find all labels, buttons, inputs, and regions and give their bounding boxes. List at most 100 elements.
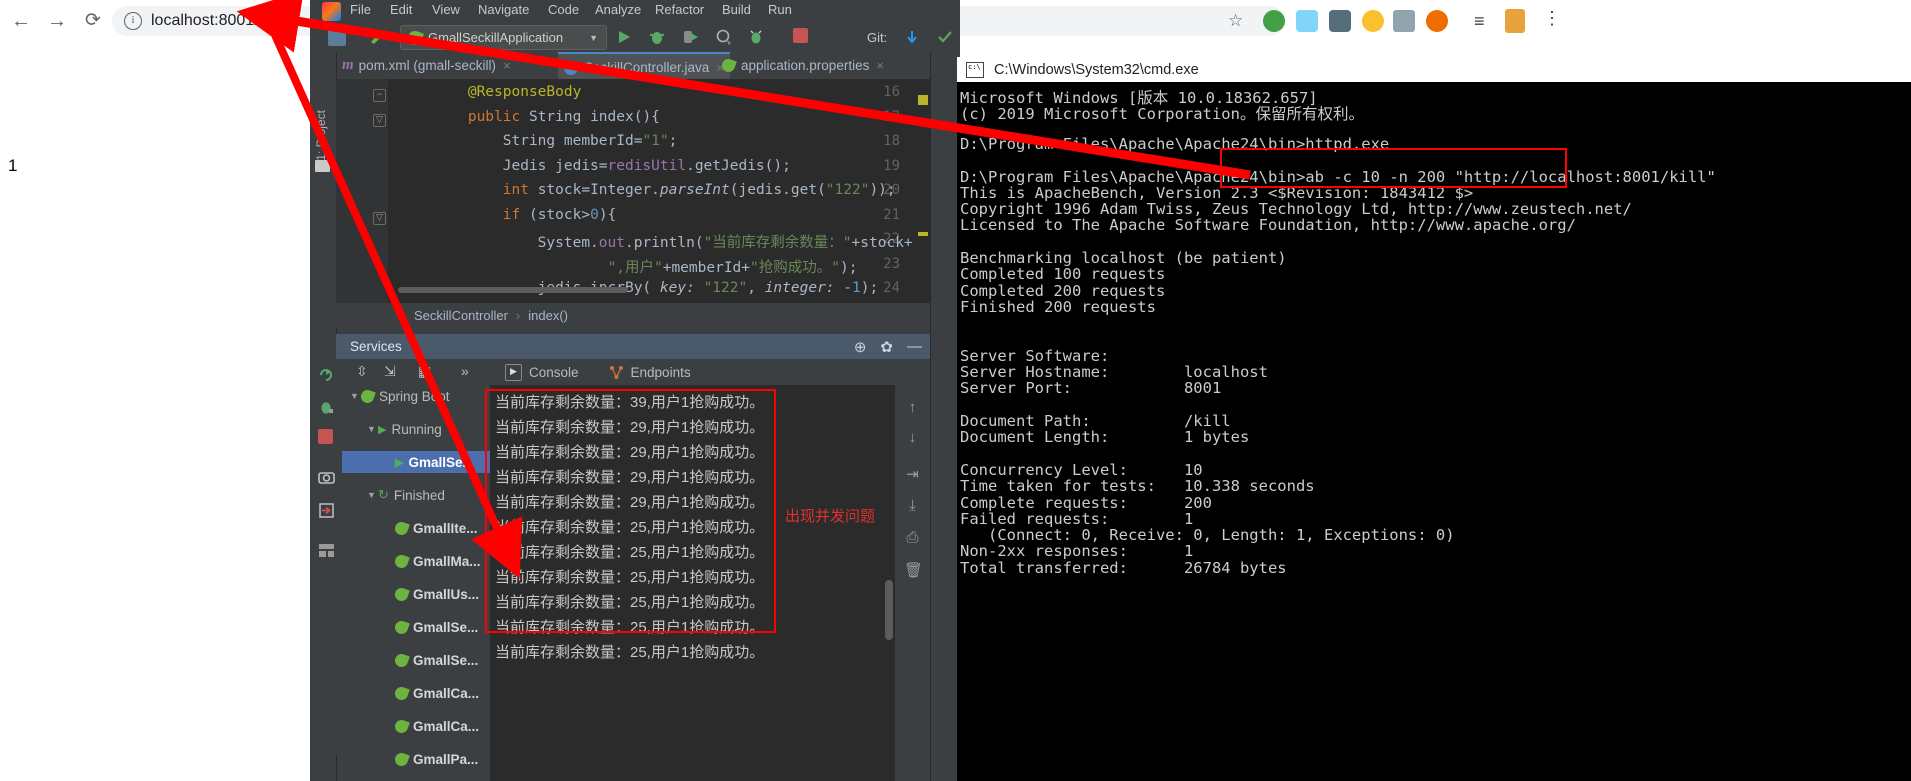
more-icon[interactable]: » (461, 363, 469, 379)
editor-gutter (336, 79, 388, 303)
menu-run[interactable]: Run (768, 2, 792, 17)
console-scrollbar[interactable] (885, 580, 893, 640)
back-button[interactable]: ← (8, 8, 34, 34)
folder-icon[interactable] (315, 160, 330, 172)
services-tree-item[interactable]: ▼ ↻ Finished (342, 484, 445, 506)
chevron-down-icon[interactable]: ▼ (589, 33, 598, 43)
attach-debugger-icon[interactable] (748, 28, 766, 46)
services-tree[interactable]: ▼ Spring Boot ▼ ▶ Running ▶ GmallSe... ▼ ↻ Finish… (342, 385, 490, 781)
update-project-icon[interactable] (903, 28, 921, 46)
terminal-line: Total transferred: 26784 bytes (960, 558, 1287, 577)
avatar[interactable] (1505, 9, 1525, 33)
services-tree-item[interactable]: GmallMa... (342, 550, 481, 572)
tab-endpoints[interactable]: Endpoints (609, 365, 691, 380)
minimize-icon[interactable]: — (907, 338, 922, 355)
clear-all-icon[interactable]: 🗑 (904, 561, 923, 579)
code-line: Jedis jedis=redisUtil.getJedis(); (398, 157, 791, 174)
spring-leaf-icon (393, 519, 410, 537)
services-tree-item[interactable]: GmallCa... (342, 715, 479, 737)
services-tree-item[interactable]: GmallSe... (342, 649, 478, 671)
menu-code[interactable]: Code (548, 2, 579, 17)
extension-icon[interactable] (1263, 10, 1285, 32)
chevron-down-icon[interactable]: ▼ (365, 424, 378, 434)
debug-icon[interactable] (648, 28, 666, 46)
scroll-down-icon[interactable]: ↓ (904, 429, 921, 446)
code-fold-icon[interactable]: ▽ (373, 113, 386, 127)
code-fold-icon[interactable]: ▽ (373, 211, 386, 225)
extension-icon[interactable] (1296, 10, 1318, 32)
console-line: 当前库存剩余数量：25,用户1抢购成功。 (495, 519, 765, 536)
layout-icon[interactable] (318, 542, 335, 559)
scroll-up-icon[interactable]: ↑ (904, 399, 921, 416)
menu-build[interactable]: Build (722, 2, 751, 17)
tab-application-properties[interactable]: application.properties × (716, 52, 890, 79)
tool-window-project[interactable]: 1: Project (314, 110, 328, 161)
run-with-coverage-icon[interactable] (682, 28, 700, 46)
menu-list-icon[interactable]: ≡ (1474, 11, 1485, 32)
code-fold-icon[interactable]: − (373, 89, 386, 102)
debug-icon[interactable] (318, 399, 335, 416)
stop-icon[interactable] (793, 28, 808, 43)
settings-target-icon[interactable]: ⊕ (854, 338, 867, 356)
terminal-line: Benchmarking localhost (be patient) (960, 249, 1287, 267)
menu-file[interactable]: File (350, 2, 371, 17)
print-icon[interactable]: ⎙ (904, 529, 921, 546)
editor-horizontal-scrollbar[interactable] (398, 287, 628, 293)
cmd-output[interactable]: Microsoft Windows [版本 10.0.18362.657] (c)… (957, 82, 1911, 781)
services-tree-item[interactable]: ▼ Spring Boot (342, 385, 450, 407)
services-tree-item[interactable]: GmallPa... (342, 748, 478, 770)
tab-seckill-controller[interactable]: SeckillController.java × (558, 52, 730, 81)
services-tree-item[interactable]: ▼ ▶ Running (342, 418, 442, 440)
services-tree-item[interactable]: GmallUs... (342, 583, 479, 605)
group-icon[interactable]: ▦ (418, 363, 431, 380)
profile-run-icon[interactable] (715, 28, 733, 46)
code-editor[interactable]: 16 − @ResponseBody 17 ▽ public String index… (336, 79, 930, 303)
screenshot-icon[interactable] (318, 469, 335, 486)
build-hammer-icon[interactable] (368, 28, 386, 46)
extension-icon[interactable] (1426, 10, 1448, 32)
tab-console[interactable]: ▶ Console (505, 363, 579, 381)
forward-button[interactable]: → (44, 8, 70, 34)
bookmark-star-icon[interactable]: ☆ (1228, 11, 1243, 31)
menu-navigate[interactable]: Navigate (478, 2, 529, 17)
gear-icon[interactable]: ✿ (880, 338, 893, 356)
breadcrumb-method[interactable]: index() (528, 308, 568, 323)
menu-view[interactable]: View (432, 2, 460, 17)
breadcrumb-class[interactable]: SeckillController (414, 308, 508, 323)
services-tree-item[interactable]: ▶ GmallSe... (342, 451, 490, 473)
extension-icon[interactable] (1362, 10, 1384, 32)
soft-wrap-icon[interactable]: ⇥ (904, 465, 921, 483)
menu-edit[interactable]: Edit (390, 2, 412, 17)
export-icon[interactable] (318, 502, 335, 519)
cmd-window[interactable]: C:\Windows\System32\cmd.exe Microsoft Wi… (957, 57, 1911, 781)
menu-refactor[interactable]: Refactor (655, 2, 704, 17)
reload-button[interactable]: ⟳ (80, 8, 106, 34)
commit-icon[interactable] (936, 28, 954, 46)
services-tree-item[interactable]: GmallSe... (342, 616, 478, 638)
extension-icon[interactable] (1393, 10, 1415, 32)
collapse-all-icon[interactable]: ⇲ (384, 363, 396, 380)
scroll-to-end-icon[interactable]: ⤓ (904, 497, 921, 514)
menu-analyze[interactable]: Analyze (595, 2, 641, 17)
chevron-down-icon[interactable]: ▼ (365, 490, 378, 500)
intellij-logo-icon (322, 2, 341, 21)
stop-icon[interactable] (318, 429, 333, 444)
close-icon[interactable]: × (876, 58, 884, 73)
services-tree-item[interactable]: GmallCa... (342, 682, 479, 704)
run-configuration-selector[interactable]: GmallSeckillApplication ▼ (400, 25, 607, 50)
chevron-down-icon[interactable]: ▼ (348, 391, 361, 401)
rerun-icon[interactable] (318, 367, 335, 384)
editor-warning-stripe[interactable] (918, 232, 928, 236)
console-output[interactable]: 当前库存剩余数量：39,用户1抢购成功。 当前库存剩余数量：29,用户1抢购成功。… (491, 385, 895, 781)
tab-pom-xml[interactable]: m pom.xml (gmall-seckill) × (336, 52, 517, 79)
project-structure-icon[interactable] (328, 28, 346, 46)
run-icon[interactable] (615, 28, 633, 46)
expand-all-icon[interactable]: ⇳ (356, 363, 368, 380)
site-info-icon[interactable]: i (124, 12, 142, 30)
chrome-menu-icon[interactable]: ⋮ (1543, 8, 1561, 29)
services-tree-item[interactable]: GmallIte... (342, 517, 478, 539)
close-icon[interactable]: × (503, 58, 511, 73)
extension-icon[interactable] (1329, 10, 1351, 32)
terminal-line: Finished 200 requests (960, 297, 1156, 316)
editor-warning-stripe[interactable] (918, 95, 928, 105)
